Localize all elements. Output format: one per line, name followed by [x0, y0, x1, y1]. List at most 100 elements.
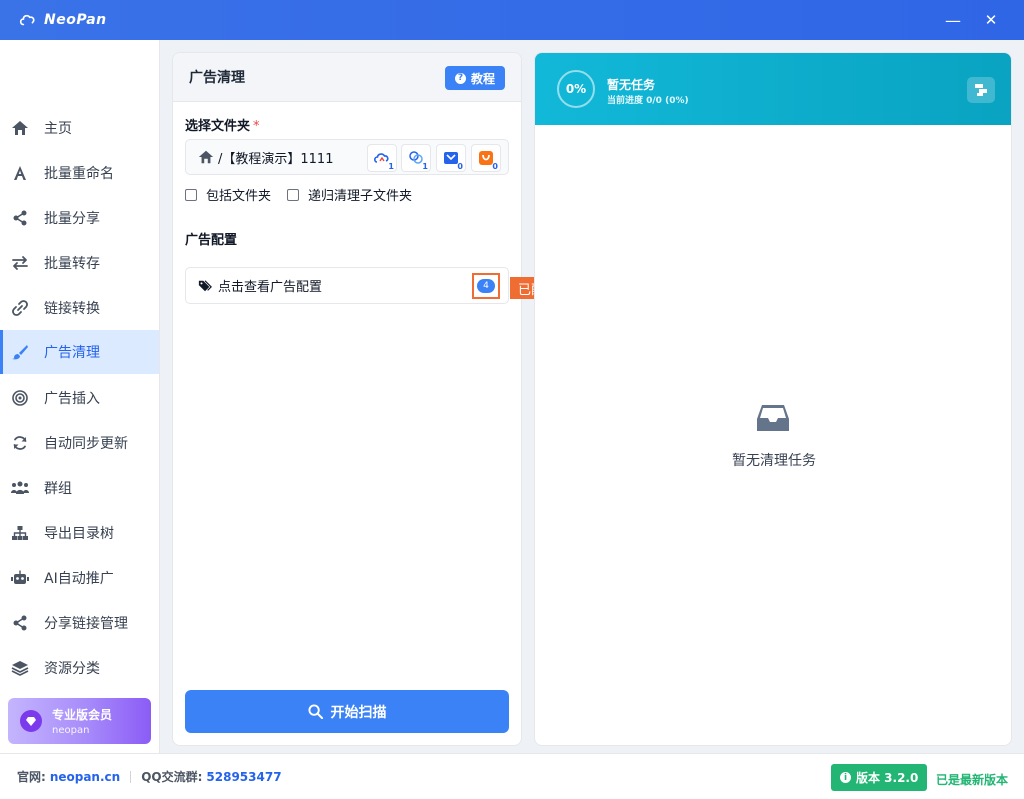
update-status: 已是最新版本 [936, 773, 1009, 787]
recursive-clean-option[interactable]: 递归清理子文件夹 [287, 185, 412, 204]
include-folders-option[interactable]: 包括文件夹 [185, 185, 271, 204]
site-label: 官网: [17, 770, 46, 784]
pan-count: 0 [457, 162, 463, 171]
sidebar-item-label: 导出目录树 [44, 526, 114, 542]
tags-icon [198, 279, 212, 291]
brush-icon [10, 342, 30, 362]
ad-config-text: 点击查看广告配置 [218, 280, 323, 295]
progress-header: 0% 暂无任务 当前进度 0/0 (0%) [535, 53, 1011, 125]
ad-config-label: 广告配置 [185, 233, 238, 248]
app-title: NeoPan [44, 12, 107, 28]
sync-icon [10, 433, 30, 453]
sidebar-item-ad-insert[interactable]: 广告插入 [0, 376, 159, 420]
sidebar-item-label: 批量转存 [44, 256, 100, 272]
tutorial-label: 教程 [470, 71, 495, 86]
font-icon [10, 163, 30, 183]
qq-group-link[interactable]: 528953477 [206, 770, 281, 784]
sidebar-item-label: 群组 [44, 481, 72, 497]
qq-label: QQ交流群: [141, 770, 203, 784]
sidebar-item-export-tree[interactable]: 导出目录树 [0, 511, 159, 555]
sidebar-item-label: 批量分享 [44, 211, 100, 227]
aliyun-pan-button[interactable]: 1 [401, 144, 431, 172]
close-button[interactable]: ✕ [978, 8, 1004, 32]
progress-title: 暂无任务 [607, 78, 656, 92]
baidu-pan-button[interactable]: 1 [367, 144, 397, 172]
layers-icon [10, 658, 30, 678]
sidebar-item-batch-transfer[interactable]: 批量转存 [0, 241, 159, 285]
ad-config-button[interactable]: 点击查看广告配置 4 [185, 267, 509, 304]
sidebar-item-label: 广告清理 [44, 345, 100, 361]
sidebar-item-auto-sync[interactable]: 自动同步更新 [0, 421, 159, 465]
keyword-count-highlight: 4 [472, 273, 500, 299]
include-folders-checkbox[interactable] [185, 188, 197, 201]
version-text: 版本 3.2.0 [856, 771, 919, 785]
status-footer: 官网: neopan.cn QQ交流群: 528953477 i 版本 3.2.… [0, 753, 1024, 799]
sidebar-item-ad-clean[interactable]: 广告清理 [0, 330, 159, 374]
target-icon [10, 388, 30, 408]
search-icon [307, 704, 323, 719]
recursive-clean-checkbox[interactable] [287, 188, 300, 201]
ad-clean-panel: 广告清理 ? 教程 选择文件夹 * /【教程演示】1111 1 1 0 0 包括… [172, 52, 522, 746]
tutorial-button[interactable]: ? 教程 [444, 66, 505, 90]
question-icon: ? [454, 72, 466, 84]
pro-member-card[interactable]: 专业版会员 neopan [8, 698, 151, 744]
recursive-clean-label: 递归清理子文件夹 [308, 189, 413, 204]
sidebar-item-label: AI自动推广 [44, 571, 114, 587]
inbox-icon [757, 405, 789, 431]
task-list-button[interactable] [967, 77, 995, 103]
panel-title: 广告清理 [189, 70, 245, 86]
divider [130, 770, 132, 783]
sidebar-item-batch-share[interactable]: 批量分享 [0, 196, 159, 240]
home-icon [198, 150, 214, 164]
start-scan-label: 开始扫描 [330, 704, 387, 721]
share-icon [10, 208, 30, 228]
stack-icon [975, 84, 987, 96]
home-icon [10, 118, 30, 138]
exchange-icon [10, 253, 30, 273]
tianyi-pan-button[interactable]: 0 [436, 144, 466, 172]
sidebar-item-label: 广告插入 [44, 391, 100, 407]
sidebar-item-batch-rename[interactable]: 批量重命名 [0, 151, 159, 195]
sitemap-icon [10, 523, 30, 543]
options-row: 包括文件夹 递归清理子文件夹 [185, 185, 428, 204]
title-bar: NeoPan — ✕ [0, 0, 1024, 40]
diamond-icon [20, 710, 42, 732]
progress-status: 当前进度 0/0 (0%) [607, 96, 689, 106]
sidebar-item-share-links[interactable]: 分享链接管理 [0, 601, 159, 645]
sidebar-item-label: 分享链接管理 [44, 616, 128, 632]
uc-pan-button[interactable]: 0 [471, 144, 501, 172]
start-scan-button[interactable]: 开始扫描 [185, 690, 509, 733]
sidebar-item-label: 主页 [44, 121, 72, 137]
sidebar-item-ai-promote[interactable]: AI自动推广 [0, 556, 159, 600]
pro-title: 专业版会员 [52, 708, 113, 722]
keyword-count-badge: 4 [477, 279, 495, 293]
sidebar-item-label: 自动同步更新 [44, 436, 128, 452]
version-badge[interactable]: i 版本 3.2.0 [831, 764, 928, 791]
robot-icon [10, 568, 30, 588]
pro-username: neopan [52, 725, 90, 736]
sidebar-item-resource-category[interactable]: 资源分类 [0, 646, 159, 690]
users-icon [10, 478, 30, 498]
share-icon [10, 613, 30, 633]
sidebar-item-link-convert[interactable]: 链接转换 [0, 286, 159, 330]
sidebar-item-label: 资源分类 [44, 661, 100, 677]
pan-count: 1 [422, 162, 428, 171]
sidebar-item-label: 链接转换 [44, 301, 100, 317]
link-icon [10, 298, 30, 318]
progress-percent: 0% [557, 70, 595, 108]
minimize-button[interactable]: — [940, 8, 966, 32]
panel-header: 广告清理 ? 教程 [173, 53, 521, 102]
folder-path-field[interactable]: /【教程演示】1111 1 1 0 0 [185, 139, 509, 175]
sidebar-item-home[interactable]: 主页 [0, 106, 159, 150]
info-icon: i [840, 772, 851, 783]
site-link[interactable]: neopan.cn [50, 770, 120, 784]
sidebar-item-label: 批量重命名 [44, 166, 114, 182]
sidebar: 主页 批量重命名 批量分享 批量转存 链接转换 广告清理 广告插入 自动同步更新… [0, 40, 160, 753]
pan-count: 0 [492, 162, 498, 171]
required-mark: * [253, 119, 260, 134]
sidebar-item-groups[interactable]: 群组 [0, 466, 159, 510]
folder-label: 选择文件夹 * [185, 119, 260, 134]
pan-count: 1 [388, 162, 394, 171]
cloud-logo-icon [19, 14, 35, 26]
include-folders-label: 包括文件夹 [206, 189, 272, 204]
